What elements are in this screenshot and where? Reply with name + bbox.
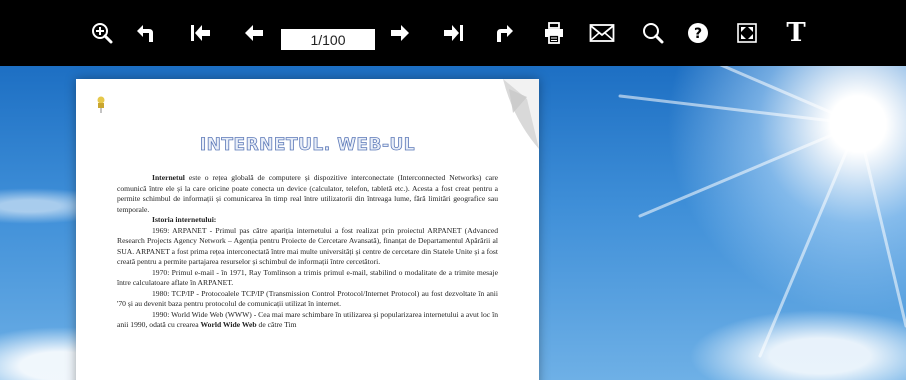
search-icon[interactable] xyxy=(640,17,666,49)
print-icon[interactable] xyxy=(541,17,567,49)
document-paragraph: 1969: ARPANET - Primul pas către apariți… xyxy=(117,225,498,267)
page-number-input[interactable] xyxy=(281,29,375,50)
email-icon[interactable] xyxy=(587,17,617,49)
fullscreen-icon[interactable] xyxy=(734,17,760,49)
document-paragraph: 1980: TCP/IP - Protocoalele TCP/IP (Tran… xyxy=(117,288,498,309)
undo-back-icon[interactable] xyxy=(133,17,159,49)
zoom-in-icon[interactable] xyxy=(89,17,115,49)
viewer-background: INTERNETUL. WEB-UL Internetul este o reț… xyxy=(0,66,906,380)
paragraph-text: 1990: World Wide Web (WWW) - Cea mai mar… xyxy=(117,309,498,330)
text-mode-button[interactable]: T xyxy=(782,17,810,49)
bold-term: World Wide Web xyxy=(200,320,257,329)
first-page-icon[interactable] xyxy=(188,17,214,49)
previous-page-icon[interactable] xyxy=(241,17,267,49)
bold-term: Internetul xyxy=(152,173,185,182)
paragraph-text: de către Tim xyxy=(256,320,297,329)
pushpin-icon xyxy=(97,96,105,113)
next-page-icon[interactable] xyxy=(387,17,413,49)
redo-forward-icon[interactable] xyxy=(491,17,517,49)
document-page[interactable]: INTERNETUL. WEB-UL Internetul este o reț… xyxy=(76,79,539,380)
last-page-icon[interactable] xyxy=(440,17,466,49)
document-paragraph: 1970: Primul e-mail - în 1971, Ray Tomli… xyxy=(117,267,498,288)
viewer-toolbar: ? T xyxy=(0,0,906,66)
document-paragraph: 1990: World Wide Web (WWW) - Cea mai mar… xyxy=(117,310,498,331)
document-paragraph: Internetul este o rețea globală de compu… xyxy=(117,173,498,215)
document-body: Internetul este o rețea globală de compu… xyxy=(117,173,498,331)
section-heading: Istoria internetului: xyxy=(152,215,217,224)
help-icon-glyph: ? xyxy=(694,26,702,42)
document-title: INTERNETUL. WEB-UL xyxy=(199,135,416,156)
help-icon[interactable]: ? xyxy=(685,17,711,49)
